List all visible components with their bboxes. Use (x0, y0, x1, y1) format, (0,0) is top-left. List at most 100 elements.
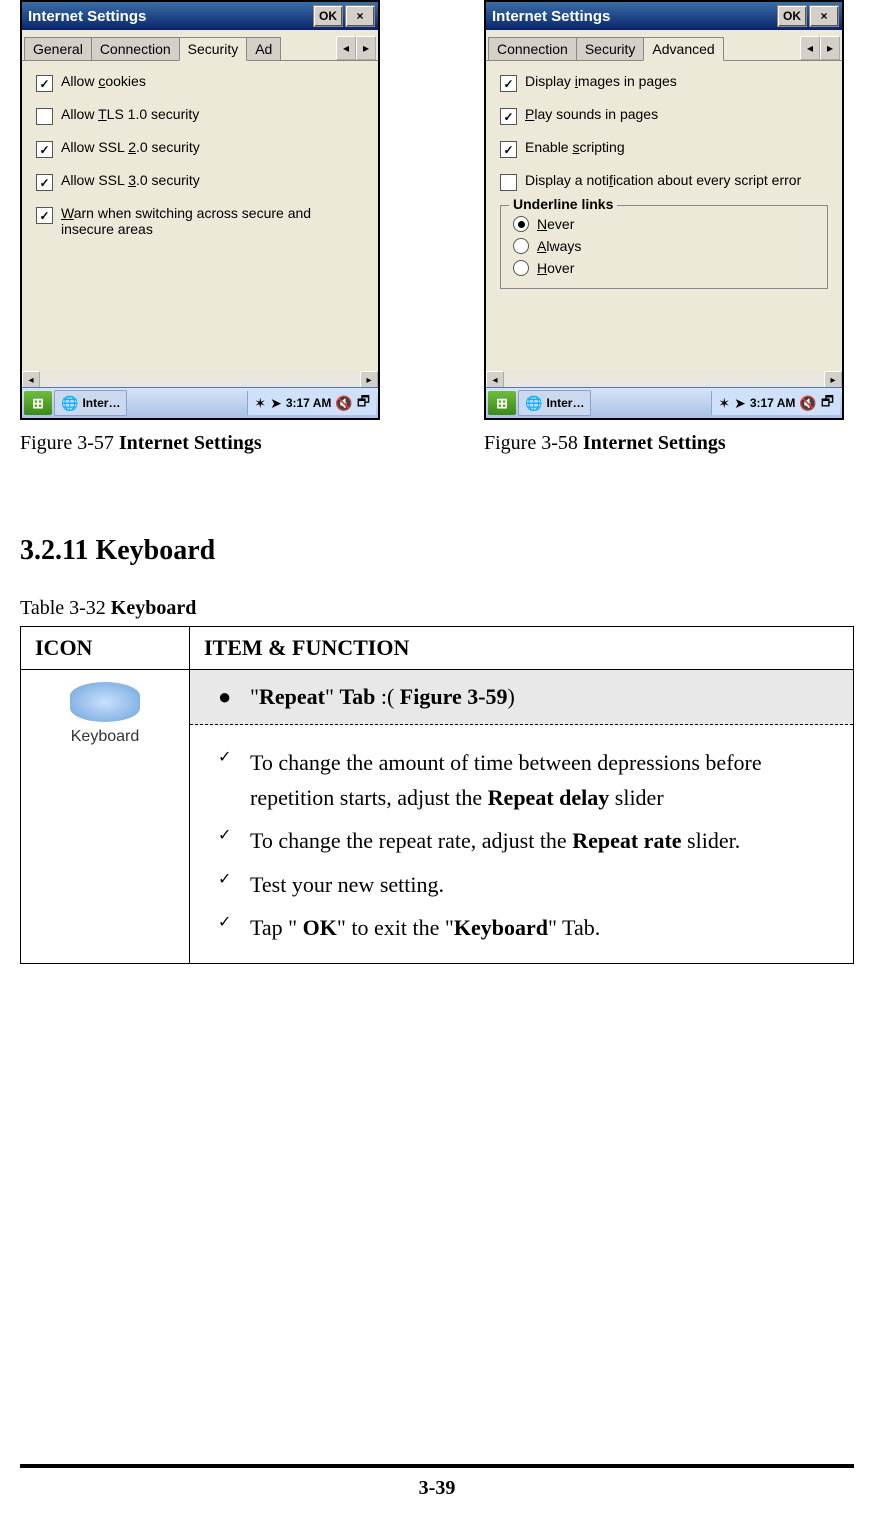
checkbox-label: Enable scripting (525, 139, 625, 155)
icon-cell: Keyboard (21, 670, 190, 964)
horizontal-scrollbar[interactable]: ◂ ▸ (486, 371, 842, 387)
footer-rule (20, 1464, 854, 1468)
keyboard-table: ICON ITEM & FUNCTION Keyboard ● "Repeat"… (20, 626, 854, 964)
tray-icon[interactable]: ➤ (270, 395, 282, 412)
radio-hover[interactable] (513, 260, 529, 276)
screenshot-right: Internet Settings OK × Connection Securi… (484, 0, 844, 420)
checkbox-label: Warn when switching across secure and in… (61, 205, 364, 237)
checkbox-label: Allow SSL 2.0 security (61, 139, 200, 155)
groupbox-title: Underline links (509, 196, 617, 212)
radio-label: Never (537, 216, 574, 232)
check-icon: ✓ (218, 745, 232, 771)
check-line: ✓ To change the amount of time between d… (218, 745, 839, 815)
caption-title: Internet Settings (583, 432, 726, 454)
table-header-function: ITEM & FUNCTION (190, 627, 854, 670)
screenshot-right-column: Internet Settings OK × Connection Securi… (484, 0, 854, 455)
clock: 3:17 AM (286, 396, 332, 410)
check-text: Test your new setting. (250, 867, 444, 902)
tab-security[interactable]: Security (179, 37, 248, 61)
windows-flag-icon: ⊞ (32, 395, 44, 412)
section-heading: 3.2.11 Keyboard (20, 535, 854, 567)
tray-icon[interactable]: 🔇 (335, 395, 352, 412)
close-button[interactable]: × (809, 5, 839, 27)
checkbox-warn-switch[interactable] (36, 207, 53, 224)
tab-general[interactable]: General (24, 37, 92, 60)
tab-pane: Display images in pages Play sounds in p… (486, 61, 842, 371)
start-button[interactable]: ⊞ (488, 391, 516, 415)
horizontal-scrollbar[interactable]: ◂ ▸ (22, 371, 378, 387)
globe-icon: 🌐 (61, 395, 78, 412)
caption-prefix: Figure 3-58 (484, 432, 583, 454)
checkbox-allow-ssl20[interactable] (36, 141, 53, 158)
tray-icon[interactable]: ✶ (254, 395, 266, 412)
tab-bar: Connection Security Advanced ◂ ▸ (486, 30, 842, 61)
radio-always[interactable] (513, 238, 529, 254)
tray-icon[interactable]: ➤ (734, 395, 746, 412)
checkbox-allow-tls10[interactable] (36, 108, 53, 125)
figure-caption: Figure 3-57 Internet Settings (20, 432, 390, 455)
radio-never[interactable] (513, 216, 529, 232)
radio-label: Always (537, 238, 581, 254)
taskbar: ⊞ 🌐 Inter… ✶ ➤ 3:17 AM 🔇 🗗 (22, 387, 378, 418)
table-header-icon: ICON (21, 627, 190, 670)
tab-security[interactable]: Security (576, 37, 645, 60)
tab-scroll-left[interactable]: ◂ (336, 36, 356, 60)
tab-scroll-left[interactable]: ◂ (800, 36, 820, 60)
table-row: Keyboard ● "Repeat" Tab :( Figure 3-59) … (21, 670, 854, 964)
screenshot-left: Internet Settings OK × General Connectio… (20, 0, 380, 420)
globe-icon: 🌐 (525, 395, 542, 412)
system-tray: ✶ ➤ 3:17 AM 🔇 🗗 (247, 391, 376, 415)
tray-icon[interactable]: 🗗 (357, 391, 370, 415)
table-caption-title: Keyboard (111, 597, 197, 619)
tab-scroll-right[interactable]: ▸ (820, 36, 840, 60)
keyboard-icon (70, 682, 140, 722)
check-text: Tap " OK" to exit the "Keyboard" Tab. (250, 910, 600, 945)
check-line: ✓ Tap " OK" to exit the "Keyboard" Tab. (218, 910, 839, 945)
checkbox-script-error-notify[interactable] (500, 174, 517, 191)
taskbar-item-label: Inter… (82, 396, 120, 410)
check-line: ✓ Test your new setting. (218, 867, 839, 902)
tab-scroll-right[interactable]: ▸ (356, 36, 376, 60)
checkbox-allow-ssl30[interactable] (36, 174, 53, 191)
tab-connection[interactable]: Connection (91, 37, 180, 60)
group-underline-links: Underline links Never Always Hover (500, 205, 828, 289)
check-icon: ✓ (218, 910, 232, 936)
check-text: To change the amount of time between dep… (250, 745, 839, 815)
scroll-track[interactable] (40, 371, 360, 387)
checkbox-display-images[interactable] (500, 75, 517, 92)
page-number: 3-39 (0, 1477, 874, 1500)
tab-advanced-clip[interactable]: Ad (246, 37, 281, 60)
checkbox-label: Play sounds in pages (525, 106, 658, 122)
scroll-track[interactable] (504, 371, 824, 387)
start-button[interactable]: ⊞ (24, 391, 52, 415)
taskbar-item-label: Inter… (546, 396, 584, 410)
close-button[interactable]: × (345, 5, 375, 27)
window-title: Internet Settings (492, 8, 610, 25)
check-icon: ✓ (218, 823, 232, 849)
taskbar-item-internet[interactable]: 🌐 Inter… (518, 390, 591, 416)
checkbox-label: Allow cookies (61, 73, 146, 89)
checkbox-play-sounds[interactable] (500, 108, 517, 125)
tray-icon[interactable]: ✶ (718, 395, 730, 412)
ok-button[interactable]: OK (313, 5, 343, 27)
windows-flag-icon: ⊞ (496, 395, 508, 412)
checkbox-label: Display images in pages (525, 73, 677, 89)
ok-button[interactable]: OK (777, 5, 807, 27)
window-title: Internet Settings (28, 8, 146, 25)
table-caption: Table 3-32 Keyboard (20, 597, 854, 620)
document-page: Internet Settings OK × General Connectio… (0, 0, 874, 1518)
taskbar-item-internet[interactable]: 🌐 Inter… (54, 390, 127, 416)
function-cell: ● "Repeat" Tab :( Figure 3-59) ✓ To chan… (190, 670, 854, 964)
check-icon: ✓ (218, 867, 232, 893)
tab-advanced[interactable]: Advanced (643, 37, 723, 61)
clock: 3:17 AM (750, 396, 796, 410)
figure-caption: Figure 3-58 Internet Settings (484, 432, 854, 455)
bullet-line: ● "Repeat" Tab :( Figure 3-59) (218, 684, 839, 710)
tray-icon[interactable]: 🔇 (799, 395, 816, 412)
tray-icon[interactable]: 🗗 (821, 391, 834, 415)
checkbox-allow-cookies[interactable] (36, 75, 53, 92)
tab-pane: Allow cookies Allow TLS 1.0 security All… (22, 61, 378, 371)
tab-heading-row: ● "Repeat" Tab :( Figure 3-59) (190, 670, 853, 725)
tab-connection[interactable]: Connection (488, 37, 577, 60)
checkbox-enable-scripting[interactable] (500, 141, 517, 158)
